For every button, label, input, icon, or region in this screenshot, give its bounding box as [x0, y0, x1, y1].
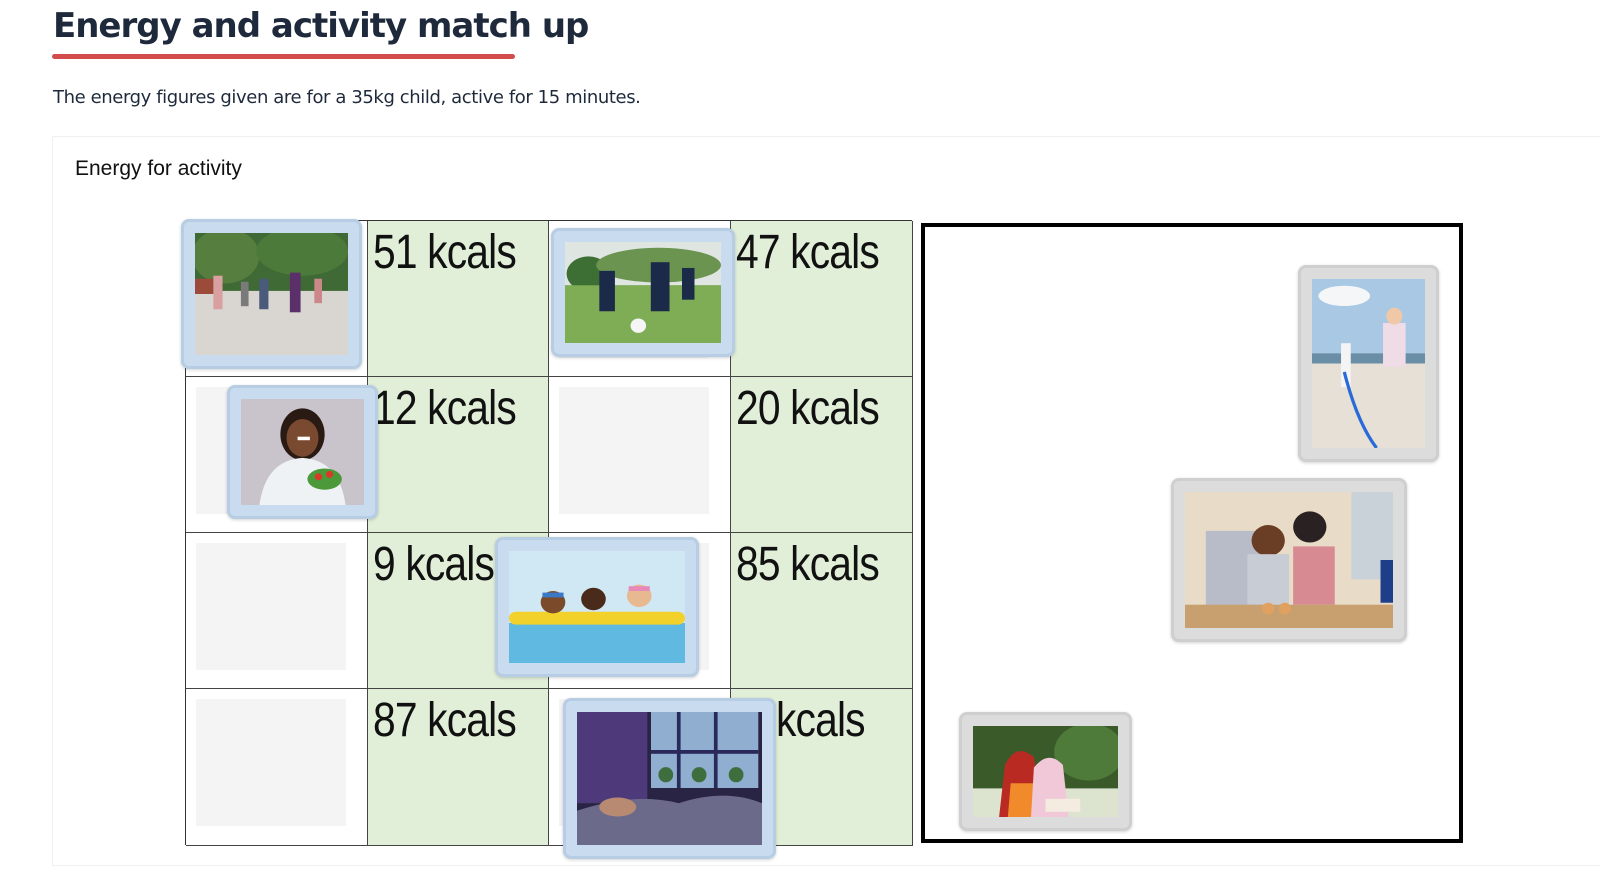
card-swimming[interactable]	[495, 537, 699, 677]
energy-label: 12 kcals	[373, 382, 517, 435]
card-skipping[interactable]	[1298, 265, 1439, 462]
drop-slot[interactable]	[196, 699, 346, 826]
energy-cell: 87 kcals	[368, 689, 549, 846]
children-running-icon	[195, 233, 348, 355]
card-baking[interactable]	[1171, 478, 1407, 642]
drop-slot[interactable]	[559, 387, 709, 514]
child-sleeping-icon	[577, 712, 762, 845]
drop-zone[interactable]	[549, 377, 731, 533]
card-football[interactable]	[551, 228, 735, 357]
card-sleeping[interactable]	[563, 698, 776, 859]
drop-zone[interactable]	[186, 533, 368, 689]
energy-label: kcals	[776, 694, 866, 747]
drop-zone[interactable]	[186, 689, 368, 846]
card-eating[interactable]	[227, 385, 378, 519]
children-swimming-icon	[509, 551, 685, 663]
child-baking-with-parent-icon	[1185, 492, 1393, 628]
energy-cell: 12 kcals	[368, 377, 549, 533]
energy-cell: 51 kcals	[368, 221, 549, 377]
energy-label: 87 kcals	[373, 694, 517, 747]
energy-label: 20 kcals	[736, 382, 880, 435]
card-running[interactable]	[181, 219, 362, 369]
children-playing-football-icon	[565, 242, 721, 343]
girl-eating-salad-icon	[241, 399, 364, 505]
intro-text: The energy figures given are for a 35kg …	[53, 87, 641, 108]
energy-label: 47 kcals	[736, 226, 880, 279]
energy-cell: 20 kcals	[731, 377, 913, 533]
activity-title: Energy for activity	[75, 157, 242, 180]
energy-cell: 85 kcals	[731, 533, 913, 689]
energy-label: 51 kcals	[373, 226, 517, 279]
energy-label: 9 kcals	[373, 538, 495, 591]
card-reading[interactable]	[959, 712, 1132, 831]
drop-slot[interactable]	[196, 543, 346, 670]
energy-cell: 47 kcals	[731, 221, 913, 377]
girls-reading-icon	[973, 726, 1118, 817]
page-title: Energy and activity match up	[53, 6, 589, 46]
girl-skipping-rope-icon	[1312, 279, 1425, 448]
title-underline	[52, 54, 515, 59]
energy-label: 85 kcals	[736, 538, 880, 591]
